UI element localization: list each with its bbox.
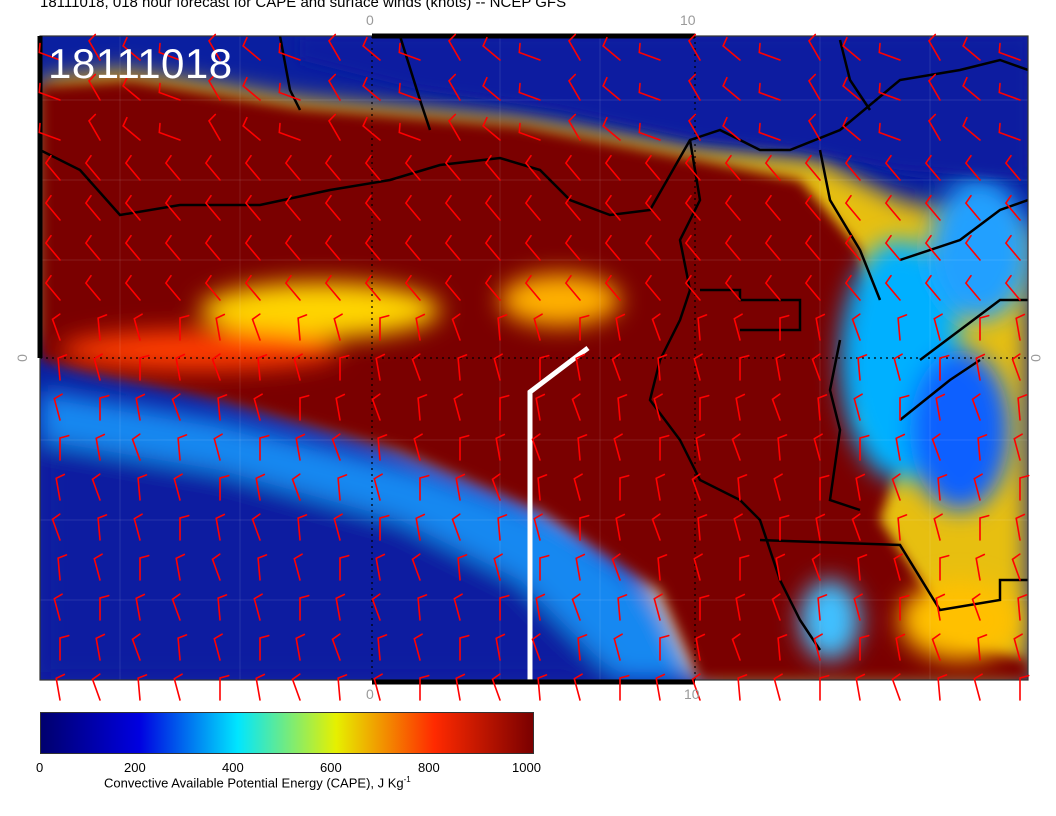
grid-label-top-left: 0 — [366, 12, 374, 28]
grid-label-top-right: 10 — [680, 12, 696, 28]
colorbar-tick: 800 — [418, 760, 440, 775]
colorbar-title-exponent: -1 — [403, 775, 411, 784]
grid-label-right: 0 — [1027, 354, 1044, 362]
grid-label-bottom-left: 0 — [366, 686, 374, 702]
grid-label-left: 0 — [13, 354, 30, 362]
cape-field — [40, 36, 1028, 680]
colorbar-tick: 600 — [320, 760, 342, 775]
time-stamp: 18111018 — [48, 40, 233, 87]
colorbar-title: Convective Available Potential Energy (C… — [104, 775, 411, 790]
cape-map — [37, 33, 1030, 701]
colorbar-tick: 400 — [222, 760, 244, 775]
colorbar-tick: 0 — [36, 760, 44, 775]
colorbar-tick: 200 — [124, 760, 146, 775]
grid-label-bottom-right: 10 — [684, 686, 700, 702]
colorbar — [40, 712, 534, 754]
colorbar-title-text: Convective Available Potential Energy (C… — [104, 775, 404, 791]
colorbar-tick: 1000 — [512, 760, 541, 775]
